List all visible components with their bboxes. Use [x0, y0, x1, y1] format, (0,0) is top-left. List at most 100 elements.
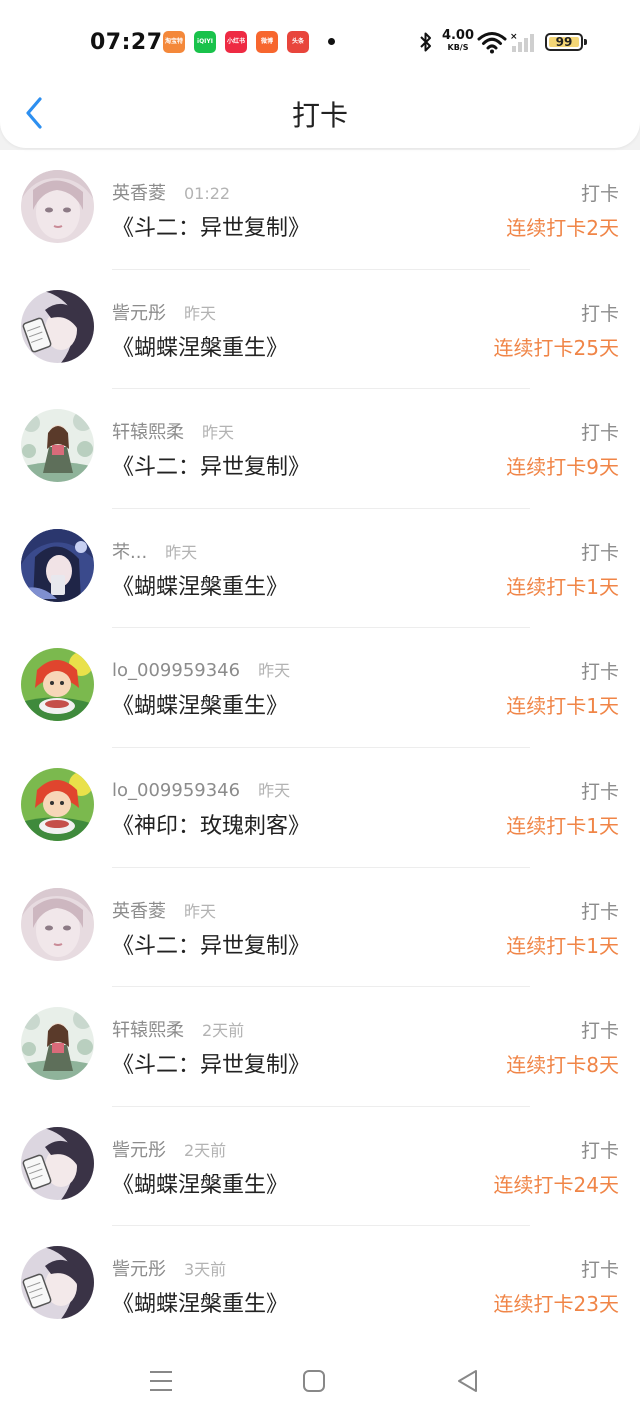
book-title: 《斗二：异世复制》 [112, 1053, 311, 1079]
book-title: 《蝴蝶涅槃重生》 [112, 1292, 289, 1318]
list-item[interactable]: 轩辕熙柔 2天前 《斗二：异世复制》 打卡 连续打卡8天 [0, 987, 640, 1107]
checkin-time: 昨天 [184, 303, 217, 323]
streak-count: 连续打卡25天 [493, 335, 619, 360]
checkin-tag: 打卡 [580, 661, 619, 684]
streak-count: 连续打卡9天 [506, 455, 619, 480]
checkin-time: 01:22 [184, 184, 231, 203]
avatar[interactable] [21, 767, 94, 841]
list-item[interactable]: 訾元彤 3天前 《蝴蝶涅槃重生》 打卡 连续打卡23天 [0, 1226, 640, 1346]
avatar[interactable] [21, 1246, 94, 1320]
streak-count: 连续打卡1天 [506, 813, 619, 838]
battery-icon: 99 [545, 33, 587, 51]
list-item[interactable]: lo_009959346 昨天 《神印：玫瑰刺客》 打卡 连续打卡1天 [0, 748, 640, 868]
checkin-time: 昨天 [202, 423, 235, 443]
user-name: 訾元彤 [112, 1259, 166, 1281]
network-speed-unit: KB/S [447, 43, 469, 52]
home-icon[interactable] [301, 1368, 327, 1394]
app-icon-weibo: 微博 [256, 31, 278, 53]
menu-icon[interactable] [148, 1368, 174, 1394]
book-title: 《神印：玫瑰刺客》 [112, 813, 311, 839]
system-nav-bar [0, 1340, 640, 1422]
user-name: lo_009959346 [112, 660, 241, 682]
network-speed-value: 4.00 [441, 28, 475, 43]
app-icon-xiaohongshu: 小红书 [225, 31, 247, 53]
list-item[interactable]: 英香菱 01:22 《斗二：异世复制》 打卡 连续打卡2天 [0, 150, 640, 270]
streak-count: 连续打卡1天 [506, 574, 619, 599]
book-title: 《蝴蝶涅槃重生》 [112, 694, 289, 720]
checkin-time: 昨天 [258, 780, 291, 800]
streak-count: 连续打卡2天 [506, 216, 619, 240]
avatar[interactable] [21, 528, 94, 602]
app-icon-1: 淘宝特价 [163, 31, 185, 53]
list-item[interactable]: 訾元彤 昨天 《蝴蝶涅槃重生》 打卡 连续打卡25天 [0, 270, 640, 390]
checkin-time: 2天前 [202, 1021, 245, 1041]
list-item[interactable]: 芣... 昨天 《蝴蝶涅槃重生》 打卡 连续打卡1天 [0, 509, 640, 629]
book-title: 《蝴蝶涅槃重生》 [112, 574, 289, 600]
battery-level: 99 [555, 35, 573, 49]
user-name: 訾元彤 [112, 1139, 166, 1161]
app-icon-toutiao: 头条 [287, 31, 309, 53]
checkin-list: 英香菱 01:22 《斗二：异世复制》 打卡 连续打卡2天 訾元彤 昨天 《蝴蝶涅槃… [0, 150, 640, 1346]
user-name: 轩辕熙柔 [112, 422, 184, 444]
avatar[interactable] [21, 887, 94, 961]
checkin-tag: 打卡 [580, 1259, 619, 1282]
status-time: 07:27 [90, 30, 163, 55]
list-item[interactable]: 訾元彤 2天前 《蝴蝶涅槃重生》 打卡 连续打卡24天 [0, 1107, 640, 1227]
streak-count: 连续打卡1天 [506, 694, 619, 719]
checkin-tag: 打卡 [580, 1020, 619, 1043]
streak-count: 连续打卡23天 [493, 1292, 619, 1317]
avatar[interactable] [21, 409, 94, 483]
avatar[interactable] [21, 170, 94, 243]
avatar[interactable] [21, 1126, 94, 1200]
checkin-tag: 打卡 [580, 541, 619, 564]
user-name-line: lo_009959346 昨天 [112, 657, 290, 681]
checkin-time: 昨天 [184, 901, 217, 921]
cell-signal-icon: × [510, 32, 534, 52]
more-notifications-dot [328, 38, 335, 45]
avatar[interactable] [21, 1007, 94, 1081]
chevron-left-icon [26, 97, 42, 129]
svg-text:×: × [510, 32, 518, 42]
book-title: 《蝴蝶涅槃重生》 [112, 1172, 289, 1198]
back-button[interactable] [20, 93, 52, 133]
avatar[interactable] [21, 289, 94, 363]
user-name-line: 芣... 昨天 [112, 538, 197, 564]
checkin-tag: 打卡 [580, 900, 619, 923]
back-triangle-icon[interactable] [455, 1368, 481, 1394]
avatar[interactable] [21, 648, 94, 722]
list-item[interactable]: 英香菱 昨天 《斗二：异世复制》 打卡 连续打卡1天 [0, 868, 640, 988]
book-title: 《斗二：异世复制》 [112, 455, 311, 481]
user-name: 英香菱 [112, 183, 166, 204]
user-name-line: 英香菱 昨天 [112, 897, 216, 923]
checkin-tag: 打卡 [580, 302, 619, 325]
checkin-time: 昨天 [165, 542, 198, 562]
user-name: 英香菱 [112, 900, 166, 922]
wifi-icon [477, 32, 507, 54]
status-bar: 07:27 淘宝特价 iQIYI 小红书微博头条 4.00 KB/S × 99 [0, 0, 640, 84]
app-icon-iqiyi: iQIYI [194, 31, 216, 53]
streak-count: 连续打卡24天 [493, 1172, 619, 1197]
user-name-line: 訾元彤 昨天 [112, 299, 216, 325]
user-name-line: lo_009959346 昨天 [112, 777, 290, 801]
book-title: 《斗二：异世复制》 [112, 933, 311, 959]
user-name: 訾元彤 [112, 302, 166, 324]
app-header: 07:27 淘宝特价 iQIYI 小红书微博头条 4.00 KB/S × 99 [0, 0, 640, 148]
user-name: lo_009959346 [112, 779, 241, 801]
checkin-time: 2天前 [184, 1140, 227, 1160]
streak-count: 连续打卡8天 [506, 1053, 619, 1078]
checkin-tag: 打卡 [580, 780, 619, 803]
page-title: 打卡 [291, 99, 348, 132]
streak-count: 连续打卡1天 [506, 933, 619, 958]
list-item[interactable]: 轩辕熙柔 昨天 《斗二：异世复制》 打卡 连续打卡9天 [0, 389, 640, 509]
user-name-line: 轩辕熙柔 昨天 [112, 418, 234, 444]
checkin-tag: 打卡 [580, 1139, 619, 1162]
user-name-line: 訾元彤 3天前 [112, 1255, 226, 1281]
user-name: 轩辕熙柔 [112, 1020, 184, 1042]
checkin-time: 昨天 [258, 661, 291, 681]
list-item[interactable]: lo_009959346 昨天 《蝴蝶涅槃重生》 打卡 连续打卡1天 [0, 628, 640, 748]
user-name-line: 英香菱 01:22 [112, 179, 230, 205]
checkin-time: 3天前 [184, 1260, 227, 1280]
bluetooth-icon [420, 32, 431, 52]
user-name-line: 轩辕熙柔 2天前 [112, 1016, 244, 1042]
book-title: 《斗二：异世复制》 [112, 216, 311, 241]
